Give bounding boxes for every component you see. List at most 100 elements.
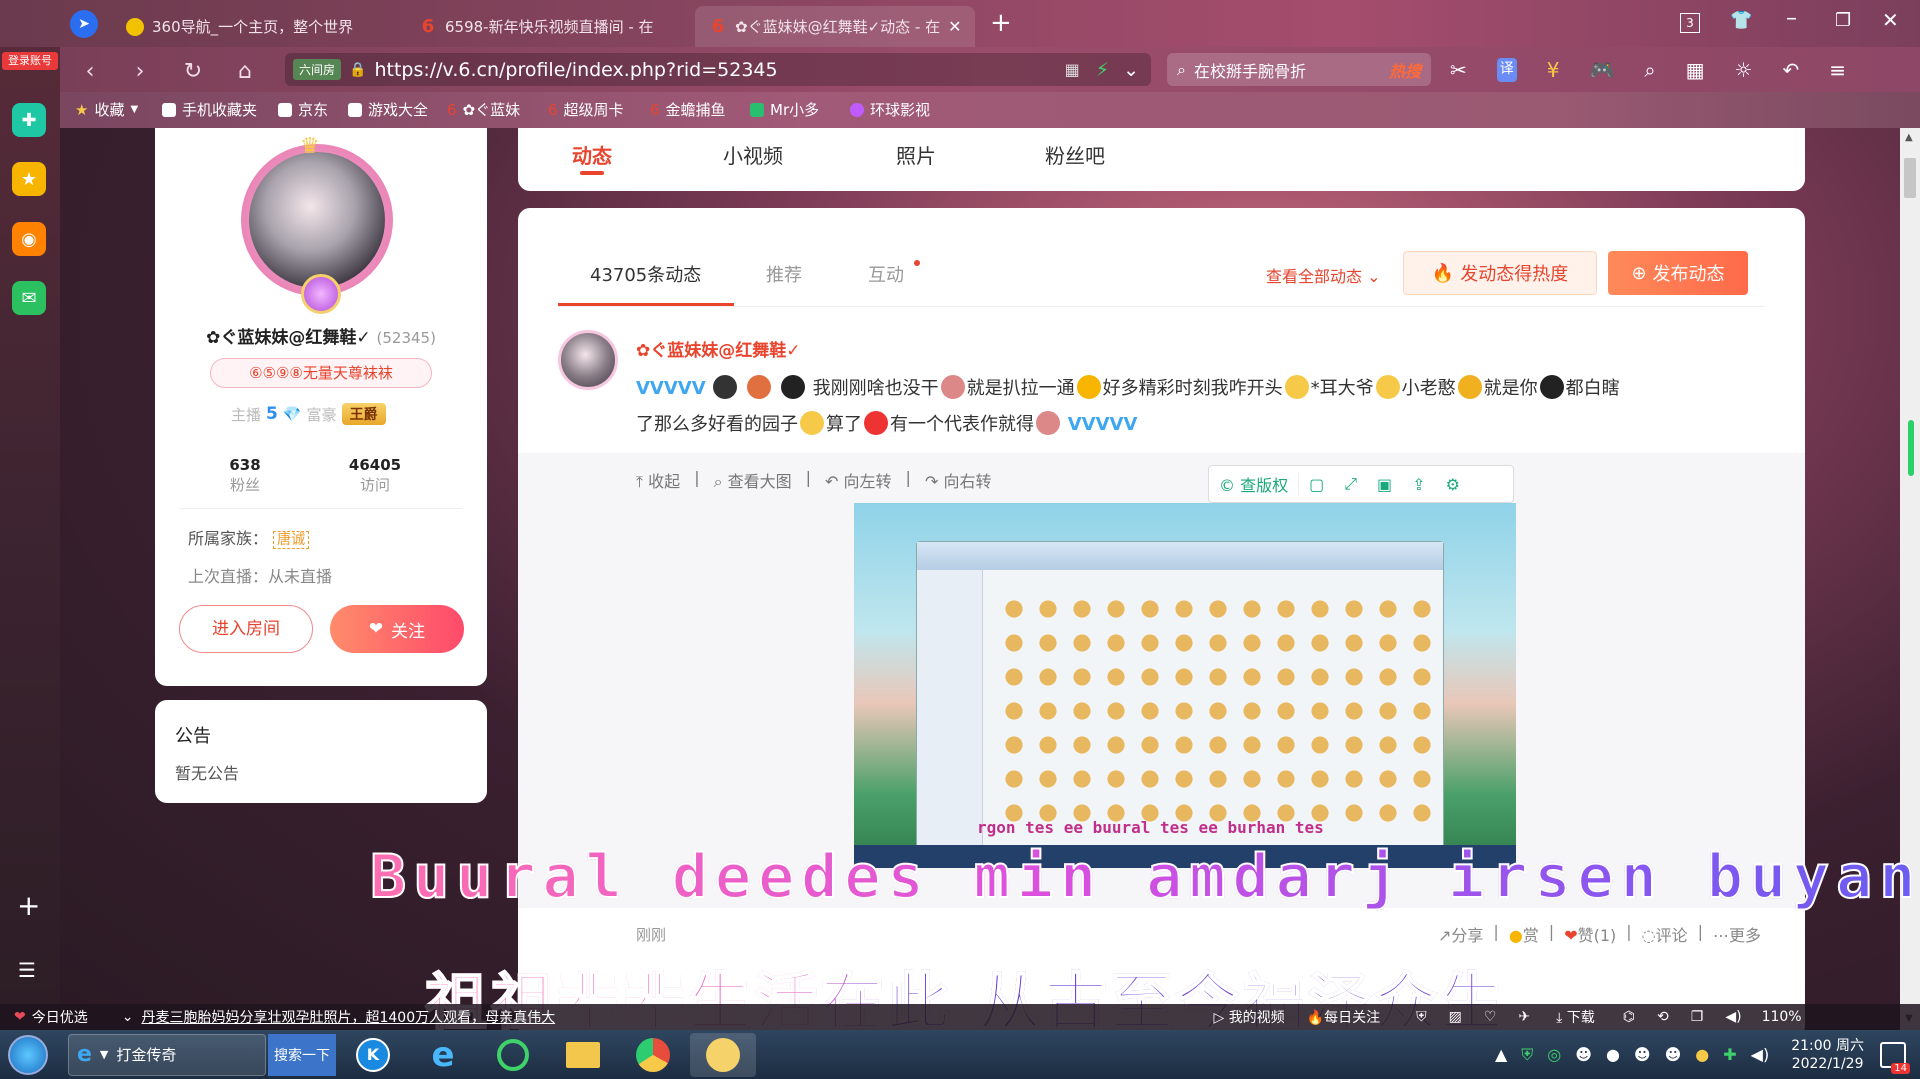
window-icon[interactable]: ❐ xyxy=(1691,1009,1704,1025)
tab-dynamics[interactable]: 动态 xyxy=(572,140,612,169)
bookmark-jd[interactable]: 京东 xyxy=(278,99,328,120)
game-icon[interactable]: 🎮 xyxy=(1590,58,1615,82)
tab-count-badge[interactable]: 3 xyxy=(1680,13,1700,33)
rocket-icon[interactable]: ✈ xyxy=(1518,1009,1530,1025)
bookmark-fish[interactable]: 6 金蟾捕鱼 xyxy=(650,99,726,120)
subtab-interact[interactable]: 互动 xyxy=(868,261,904,287)
find-icon[interactable]: ⌕ xyxy=(1644,58,1655,82)
tray-app-icon[interactable]: ● xyxy=(1606,1045,1620,1064)
bookmark-lanmei[interactable]: 6 ✿ぐ蓝妹 xyxy=(447,99,520,120)
visits-stat[interactable]: 46405 访问 xyxy=(335,456,415,495)
search-text[interactable]: 在校掰手腕骨折 xyxy=(1194,58,1306,82)
hot-post-button[interactable]: 🔥 发动态得热度 xyxy=(1403,251,1597,295)
bookmark-mobile[interactable]: 手机收藏夹 xyxy=(162,99,257,120)
bookmark-huanqiu[interactable]: 环球影视 xyxy=(850,99,930,120)
view-large-button[interactable]: ⌕ 查看大图 xyxy=(714,468,792,492)
address-bar[interactable]: 六间房 🔒 https://v.6.cn/profile/index.php?r… xyxy=(285,53,1151,86)
taskbar-search-button[interactable]: 搜索一下 xyxy=(268,1033,336,1076)
taskbar-folder-icon[interactable] xyxy=(550,1033,616,1077)
share-icon[interactable]: ⇪ xyxy=(1402,475,1435,494)
bookmark-mr[interactable]: Mr小多 xyxy=(750,99,819,120)
tray-qq-icon[interactable]: ☻ xyxy=(1575,1045,1592,1064)
translate-icon[interactable]: 译 xyxy=(1496,58,1517,82)
scissors-icon[interactable]: ✂ xyxy=(1450,58,1467,82)
mail-icon[interactable]: ✉ xyxy=(12,281,46,315)
reload-icon[interactable]: ↻ xyxy=(178,56,208,86)
bolt-icon[interactable]: ⚡ xyxy=(1096,59,1109,81)
more-button[interactable]: ⋯更多 xyxy=(1713,922,1761,946)
fullscreen-icon[interactable]: ⤢ xyxy=(1334,474,1367,494)
chevron-down-icon[interactable]: ⌄ xyxy=(1123,59,1139,81)
back-icon[interactable]: ‹ xyxy=(75,56,105,86)
start-button[interactable] xyxy=(8,1034,48,1075)
taskbar-app-icon[interactable] xyxy=(690,1032,756,1077)
tray-360-icon[interactable]: ◎ xyxy=(1547,1045,1561,1064)
new-tab-icon[interactable]: + xyxy=(990,8,1012,38)
search-box[interactable]: ⌕ 在校掰手腕骨折 热搜 xyxy=(1167,53,1431,86)
minimize-icon[interactable]: – xyxy=(1786,6,1797,31)
coin-icon[interactable]: ¥ xyxy=(1547,58,1560,82)
settings-icon[interactable]: ⚙ xyxy=(1436,475,1470,494)
post-author[interactable]: ✿ぐ蓝妹妹@红舞鞋✓ xyxy=(636,336,801,361)
comment-button[interactable]: ◌评论 xyxy=(1642,922,1688,946)
tab-close-icon[interactable]: ✕ xyxy=(948,17,961,36)
bookmark-weekly[interactable]: 6 超级周卡 xyxy=(548,99,624,120)
apps-icon[interactable]: ▦ xyxy=(1686,58,1705,82)
like-button[interactable]: ❤赞(1) xyxy=(1564,922,1616,946)
weibo-icon[interactable]: ◉ xyxy=(12,222,46,256)
taskbar-ie-icon[interactable]: e xyxy=(410,1033,476,1077)
tray-qq-icon[interactable]: ☻ xyxy=(1634,1045,1651,1064)
shield-icon[interactable]: ⛨ xyxy=(1416,1009,1427,1025)
rotate-right-button[interactable]: ↷ 向右转 xyxy=(925,468,992,492)
undo-icon[interactable]: ↶ xyxy=(1782,58,1799,82)
bookmark-favorites[interactable]: ★ 收藏 ▼ xyxy=(75,99,138,120)
forward-icon[interactable]: › xyxy=(125,56,155,86)
news-ticker[interactable]: 丹麦三胞胎妈妈分享壮观孕肚照片，超1400万人观看，母亲真伟大 xyxy=(141,1007,581,1027)
view-all-link[interactable]: 查看全部动态 ⌄ xyxy=(1266,263,1381,287)
tray-app-icon[interactable]: ● xyxy=(1695,1045,1709,1064)
close-window-icon[interactable]: ✕ xyxy=(1882,8,1899,32)
taskbar-app-browser[interactable]: e ▼ 打金传奇 xyxy=(68,1033,266,1076)
taskbar-chrome-icon[interactable] xyxy=(620,1033,686,1077)
bookmark-icon[interactable]: ▢ xyxy=(1299,475,1334,494)
clock[interactable]: 21:00 周六 2022/1/29 xyxy=(1791,1037,1864,1073)
copyright-button[interactable]: © 查版权 xyxy=(1209,472,1300,496)
tray-qq-icon[interactable]: ☻ xyxy=(1665,1045,1682,1064)
tab-short-video[interactable]: 小视频 xyxy=(723,140,783,169)
chart-icon[interactable]: ▨ xyxy=(1449,1009,1462,1025)
brightness-icon[interactable]: ☼ xyxy=(1735,58,1753,82)
share-button[interactable]: ↗分享 xyxy=(1438,922,1483,946)
subtab-all[interactable]: 43705条动态 xyxy=(590,261,701,287)
collapse-button[interactable]: ⤒ 收起 xyxy=(636,468,680,492)
bookmark-games[interactable]: 游戏大全 xyxy=(348,99,428,120)
tab-6598[interactable]: 6 6598-新年快乐视频直播间 - 在 xyxy=(405,6,690,47)
add-icon[interactable]: + xyxy=(17,889,40,922)
add-tab-icon[interactable]: ✚ xyxy=(12,103,46,137)
family-badge[interactable]: ⑥⑤⑨⑧无量天尊袜袜 xyxy=(210,358,432,388)
favorites-icon[interactable]: ★ xyxy=(12,162,46,196)
tray-volume-icon[interactable]: ◀) xyxy=(1751,1045,1770,1064)
post-image[interactable]: rgon tes ee buural tes ee burhan tes xyxy=(854,503,1516,868)
family-name[interactable]: 唐诚 xyxy=(273,531,310,549)
more-menu-icon[interactable]: ≡ xyxy=(1829,58,1846,82)
today-picks[interactable]: 今日优选 xyxy=(32,1007,88,1027)
save-icon[interactable]: ▣ xyxy=(1367,475,1402,494)
scroll-thumb[interactable] xyxy=(1904,158,1916,198)
tray-plus-icon[interactable]: ✚ xyxy=(1723,1045,1736,1064)
post-button[interactable]: ⊕ 发布动态 xyxy=(1608,251,1748,295)
tab-fan-bar[interactable]: 粉丝吧 xyxy=(1045,140,1105,169)
my-video[interactable]: ▷ 我的视频 xyxy=(1213,1007,1284,1027)
notification-icon[interactable]: 14 xyxy=(1880,1041,1910,1074)
hot-search-label[interactable]: 热搜 xyxy=(1389,58,1421,82)
scroll-up-icon[interactable]: ▲ xyxy=(1905,132,1913,143)
taskbar-k-icon[interactable]: K xyxy=(340,1033,406,1077)
follow-button[interactable]: ❤ 关注 xyxy=(330,605,464,653)
skin-icon[interactable]: 👕 xyxy=(1730,10,1752,31)
tab-profile[interactable]: 6 ✿ぐ蓝妹妹@红舞鞋✓动态 - 在 ✕ xyxy=(695,6,975,47)
tray-up-icon[interactable]: ▲ xyxy=(1495,1045,1507,1064)
daily-focus[interactable]: 🔥每日关注 xyxy=(1307,1007,1380,1027)
url-text[interactable]: https://v.6.cn/profile/index.php?rid=523… xyxy=(374,59,777,81)
download-button[interactable]: ⤓ 下载 xyxy=(1556,1007,1595,1027)
taskbar-360-icon[interactable] xyxy=(480,1033,546,1077)
maximize-icon[interactable]: ❐ xyxy=(1835,10,1851,31)
